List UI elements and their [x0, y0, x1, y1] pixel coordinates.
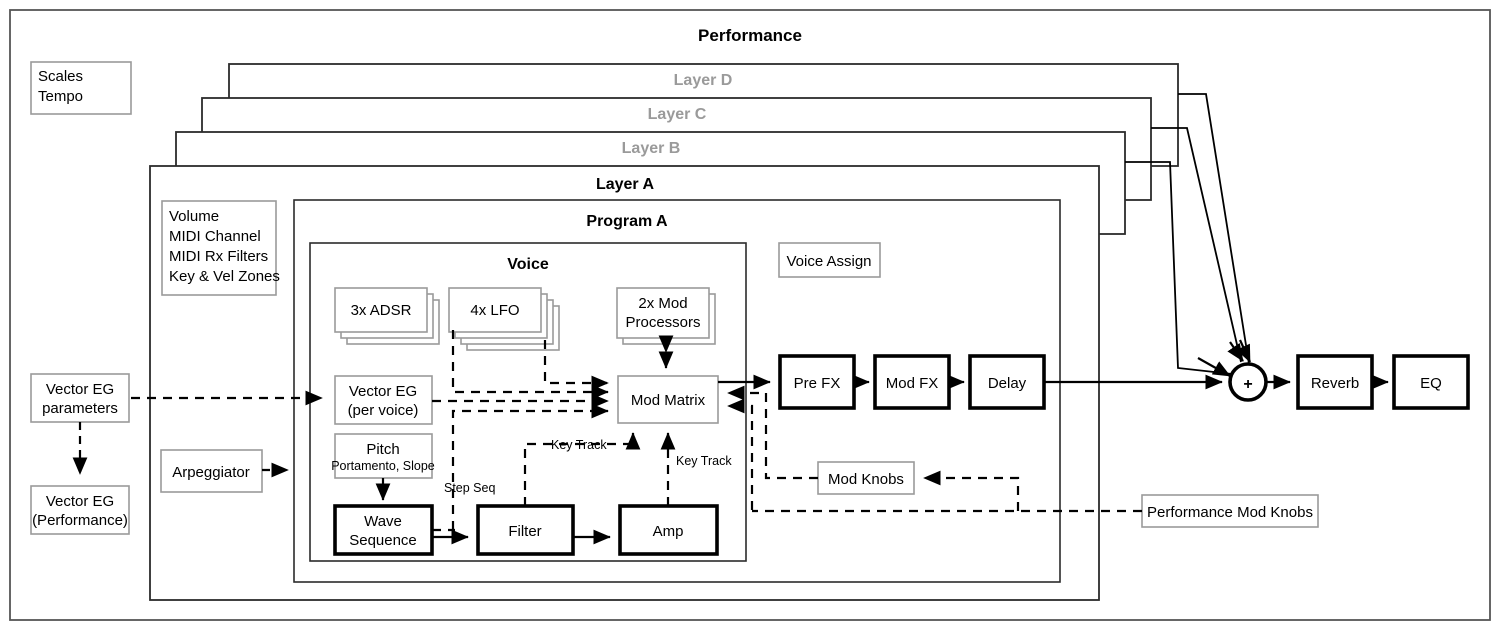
eq-label: EQ	[1420, 375, 1442, 392]
vector-eg-per-voice-label-1: Vector EG	[349, 383, 417, 400]
mod-matrix-label: Mod Matrix	[631, 392, 706, 409]
lfo-label: 4x LFO	[470, 302, 519, 319]
arpeggiator-label: Arpeggiator	[172, 464, 250, 481]
midi-channel-label: MIDI Channel	[169, 228, 261, 245]
key-track-filter-label: Key Track	[551, 438, 607, 452]
mod-processors-label-2: Processors	[625, 314, 700, 331]
tempo-label: Tempo	[38, 88, 83, 105]
mod-processors-label-1: 2x Mod	[638, 295, 687, 312]
vector-eg-performance-label-1: Vector EG	[46, 493, 114, 510]
mod-fx-label: Mod FX	[886, 375, 939, 392]
vector-eg-performance-label-2: (Performance)	[32, 512, 128, 529]
filter-label: Filter	[508, 523, 541, 540]
amp-label: Amp	[653, 523, 684, 540]
page-title: Performance	[698, 26, 802, 45]
voice-label: Voice	[507, 256, 549, 273]
wave-sequence-label-2: Sequence	[349, 532, 417, 549]
vector-eg-parameters-label-2: parameters	[42, 400, 118, 417]
performance-mod-knobs-label: Performance Mod Knobs	[1147, 504, 1313, 521]
layer-c-label: Layer C	[648, 106, 707, 123]
key-track-amp-label: Key Track	[676, 454, 732, 468]
midi-rx-filters-label: MIDI Rx Filters	[169, 248, 268, 265]
diagram-canvas: Performance Scales Tempo Layer D Layer C…	[0, 0, 1500, 630]
layer-a-label: Layer A	[596, 176, 655, 193]
program-a-label: Program A	[586, 213, 668, 230]
step-seq-label: Step Seq	[444, 481, 495, 495]
vector-eg-per-voice-label-2: (per voice)	[348, 402, 419, 419]
voice-assign-label: Voice Assign	[786, 253, 871, 270]
mixer-plus-symbol: +	[1243, 376, 1252, 393]
layer-b-label: Layer B	[622, 140, 681, 157]
vector-eg-parameters-label-1: Vector EG	[46, 381, 114, 398]
pitch-sub-label: Portamento, Slope	[331, 459, 435, 473]
delay-label: Delay	[988, 375, 1027, 392]
key-vel-zones-label: Key & Vel Zones	[169, 268, 280, 285]
reverb-label: Reverb	[1311, 375, 1359, 392]
pre-fx-label: Pre FX	[794, 375, 841, 392]
adsr-label: 3x ADSR	[351, 302, 412, 319]
wave-sequence-label-1: Wave	[364, 513, 402, 530]
volume-label: Volume	[169, 208, 219, 225]
mod-knobs-label: Mod Knobs	[828, 471, 904, 488]
scales-label: Scales	[38, 68, 83, 85]
layer-d-label: Layer D	[674, 72, 733, 89]
pitch-label: Pitch	[366, 441, 399, 458]
